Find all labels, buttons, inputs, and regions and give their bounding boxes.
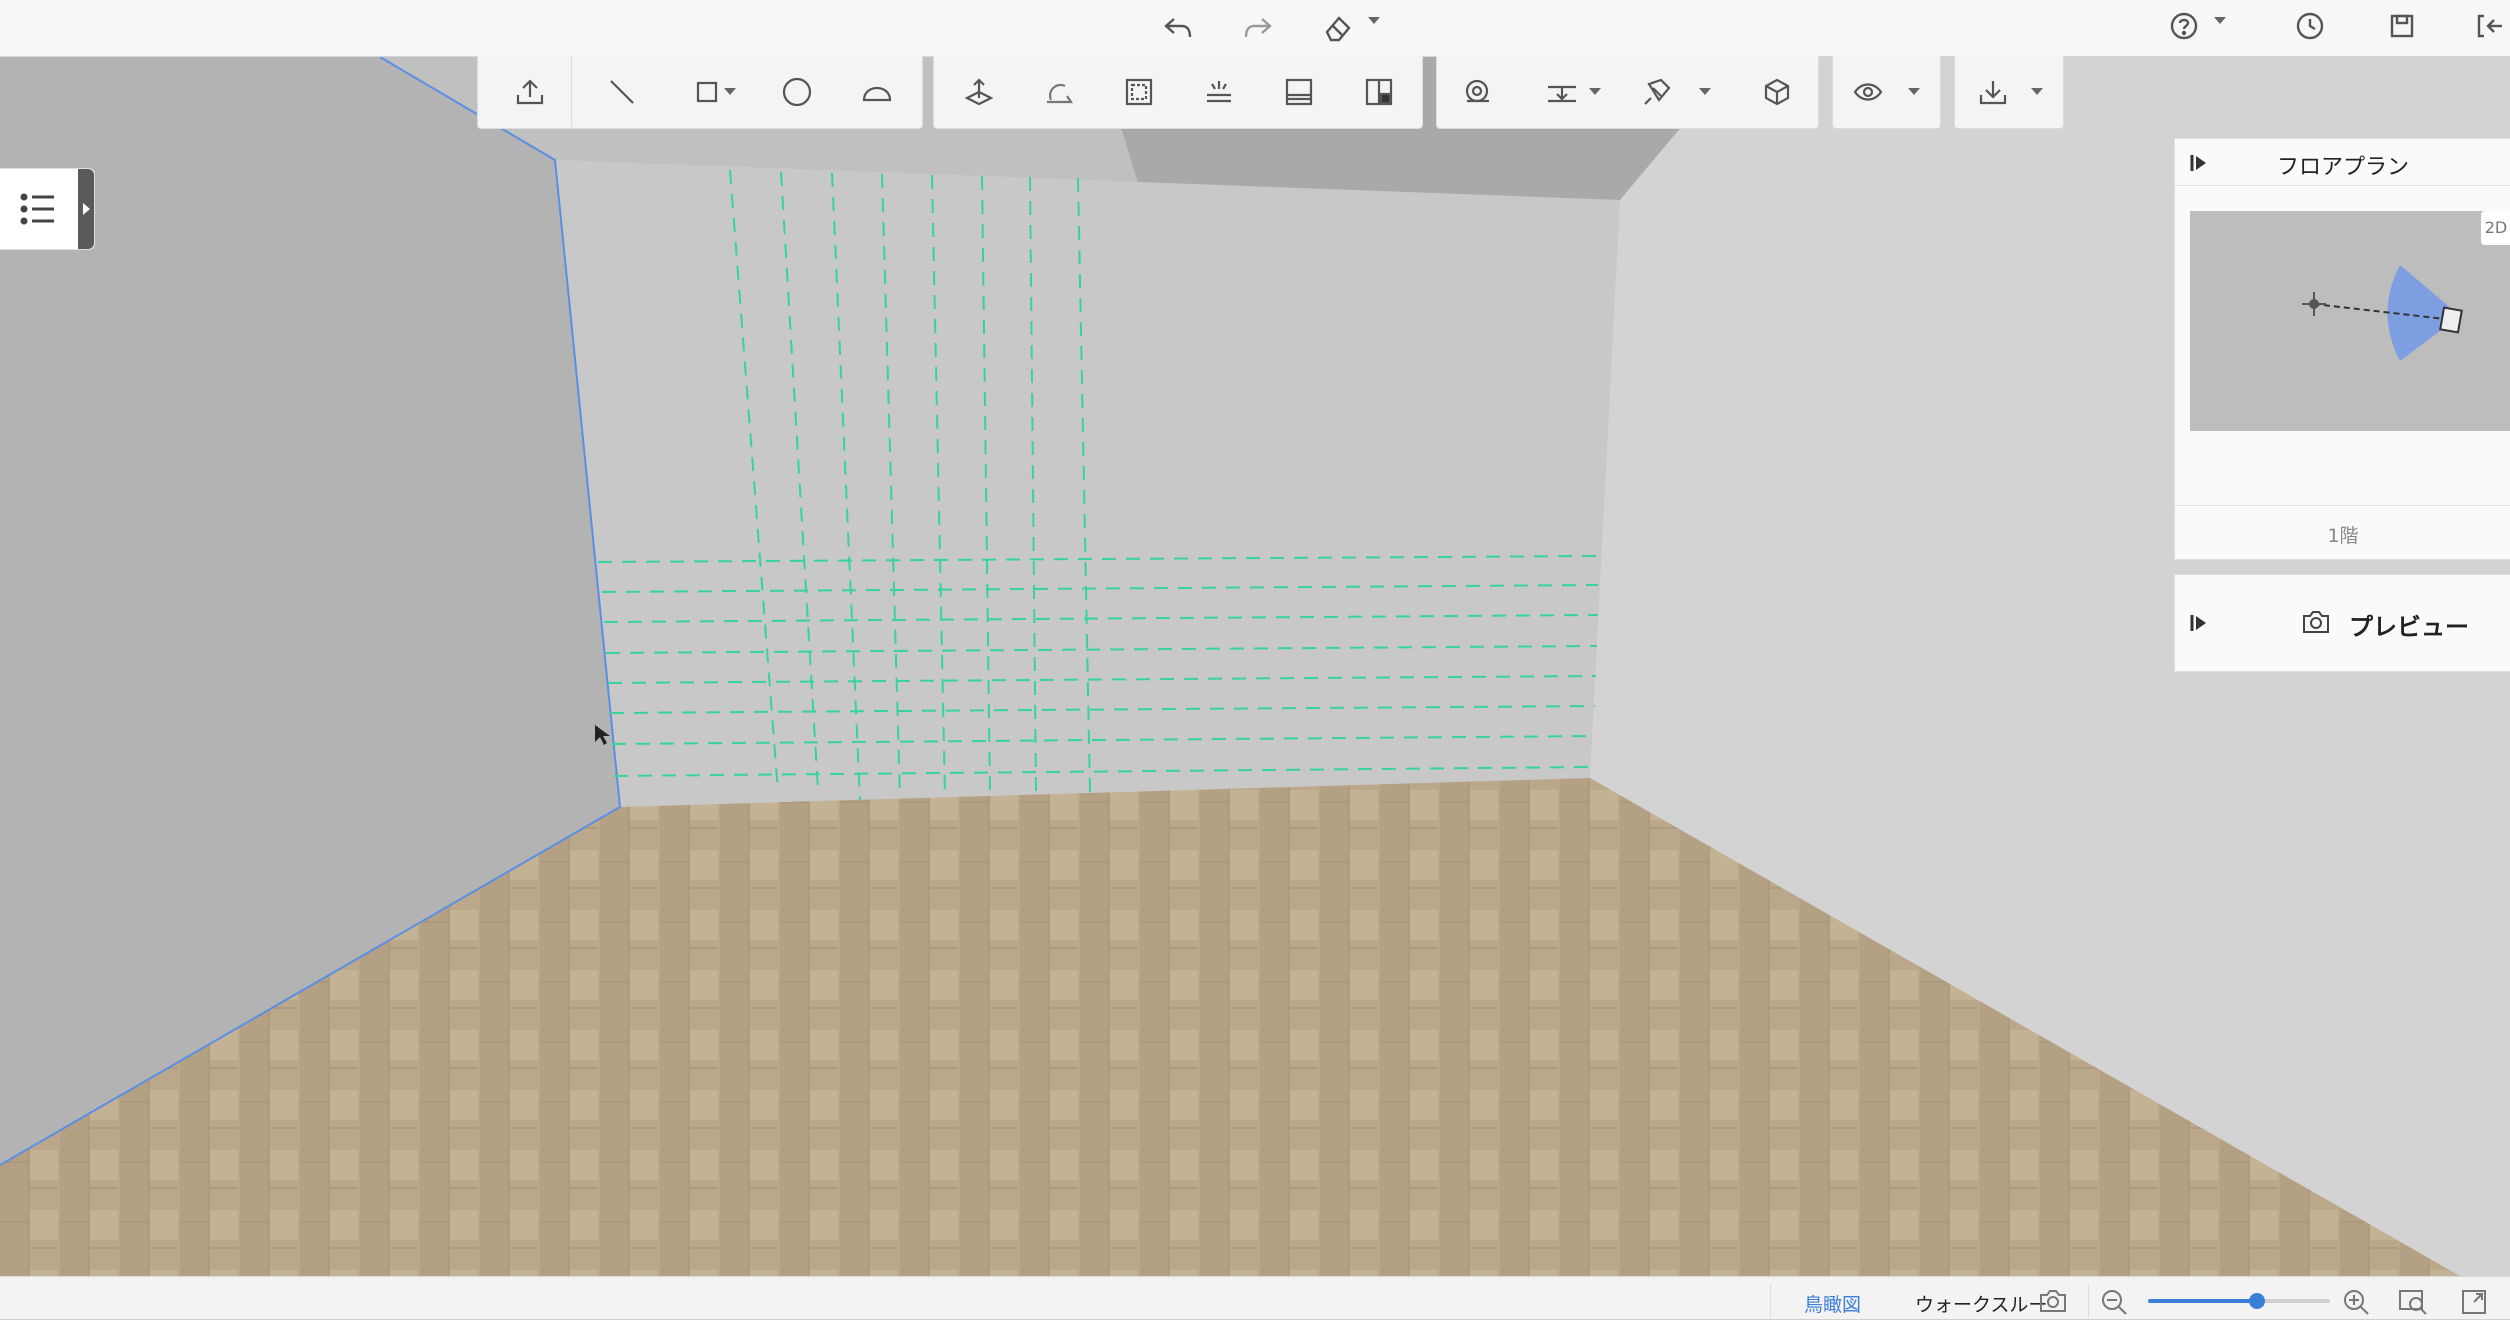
- tape-measure-icon[interactable]: [1437, 56, 1517, 128]
- toolbar-group-import: [477, 56, 582, 129]
- screenshot-icon[interactable]: [2038, 1288, 2068, 1318]
- rectangle-dropdown-icon[interactable]: [724, 88, 736, 95]
- eye-icon[interactable]: [1833, 56, 1903, 128]
- divider: [2088, 1284, 2089, 1318]
- preview-title: プレビュー: [2349, 613, 2469, 641]
- upload-icon[interactable]: [478, 56, 581, 128]
- eraser-dropdown-icon[interactable]: [1368, 17, 1380, 24]
- zoom-in-icon[interactable]: [2342, 1288, 2370, 1320]
- expand-tab[interactable]: [78, 169, 94, 249]
- zoom-slider[interactable]: [2148, 1293, 2330, 1309]
- mode-2d-toggle[interactable]: 2D: [2481, 211, 2510, 245]
- bottom-bar: [0, 1276, 2510, 1319]
- push-pull-icon[interactable]: [944, 56, 1014, 128]
- viewport-3d[interactable]: [0, 56, 2510, 1276]
- redo-icon[interactable]: [1238, 8, 1278, 48]
- preview-panel[interactable]: プレビュー: [2174, 574, 2510, 672]
- layout-icon[interactable]: [1344, 56, 1414, 128]
- scene-list-panel-toggle[interactable]: [0, 168, 95, 250]
- export-dropdown-icon[interactable]: [2031, 88, 2043, 95]
- view-dropdown-icon[interactable]: [1908, 88, 1920, 95]
- zoom-out-icon[interactable]: [2100, 1288, 2128, 1320]
- history-icon[interactable]: [2290, 6, 2330, 46]
- wall-panel-icon[interactable]: [1264, 56, 1334, 128]
- floorplan-minimap[interactable]: [2190, 211, 2510, 431]
- divider: [2175, 505, 2510, 506]
- chevron-right-icon: [83, 203, 90, 215]
- expand-panel-icon[interactable]: [2189, 613, 2209, 637]
- exit-icon[interactable]: [2470, 6, 2510, 46]
- list-icon: [20, 191, 60, 231]
- paint-icon[interactable]: [1617, 56, 1697, 128]
- view-walkthrough-tab[interactable]: ウォークスルー: [1915, 1290, 2047, 1317]
- light-icon[interactable]: [1184, 56, 1254, 128]
- toolbar-group-edit: [933, 56, 1423, 129]
- help-dropdown-icon[interactable]: [2214, 17, 2226, 24]
- floorplan-panel: フロアプラン 2D 1階: [2174, 138, 2510, 560]
- arc-icon[interactable]: [842, 56, 912, 128]
- top-bar: [0, 0, 2510, 57]
- fullscreen-icon[interactable]: [2460, 1288, 2488, 1320]
- floorplan-title: フロアプラン: [2276, 155, 2409, 180]
- download-icon[interactable]: [1955, 56, 2030, 128]
- fit-view-icon[interactable]: [2398, 1288, 2428, 1320]
- cube-icon[interactable]: [1737, 56, 1817, 128]
- paint-dropdown-icon[interactable]: [1699, 88, 1711, 95]
- dimension-dropdown-icon[interactable]: [1589, 88, 1601, 95]
- floorplan-header: フロアプラン: [2175, 139, 2510, 186]
- offset-icon[interactable]: [1104, 56, 1174, 128]
- toolbar-group-view: [1832, 56, 1941, 129]
- room-render: [0, 56, 2510, 1276]
- toolbar-group-export: [1954, 56, 2064, 129]
- view-birdseye-tab[interactable]: 鳥瞰図: [1804, 1290, 1861, 1317]
- floor-selector[interactable]: 1階: [2175, 521, 2510, 548]
- zoom-slider-fill: [2148, 1299, 2258, 1303]
- toolbar-group-measure: [1436, 56, 1819, 129]
- rotate-icon[interactable]: [1024, 56, 1094, 128]
- toolbar-group-draw: [571, 56, 923, 129]
- help-icon[interactable]: [2164, 6, 2204, 46]
- eraser-icon[interactable]: [1318, 8, 1358, 48]
- camera-view-icon: [2302, 265, 2463, 361]
- camera-icon: [2301, 609, 2331, 639]
- save-icon[interactable]: [2382, 6, 2422, 46]
- undo-icon[interactable]: [1158, 8, 1198, 48]
- line-icon[interactable]: [582, 56, 662, 128]
- circle-icon[interactable]: [762, 56, 832, 128]
- divider: [1770, 1284, 1771, 1318]
